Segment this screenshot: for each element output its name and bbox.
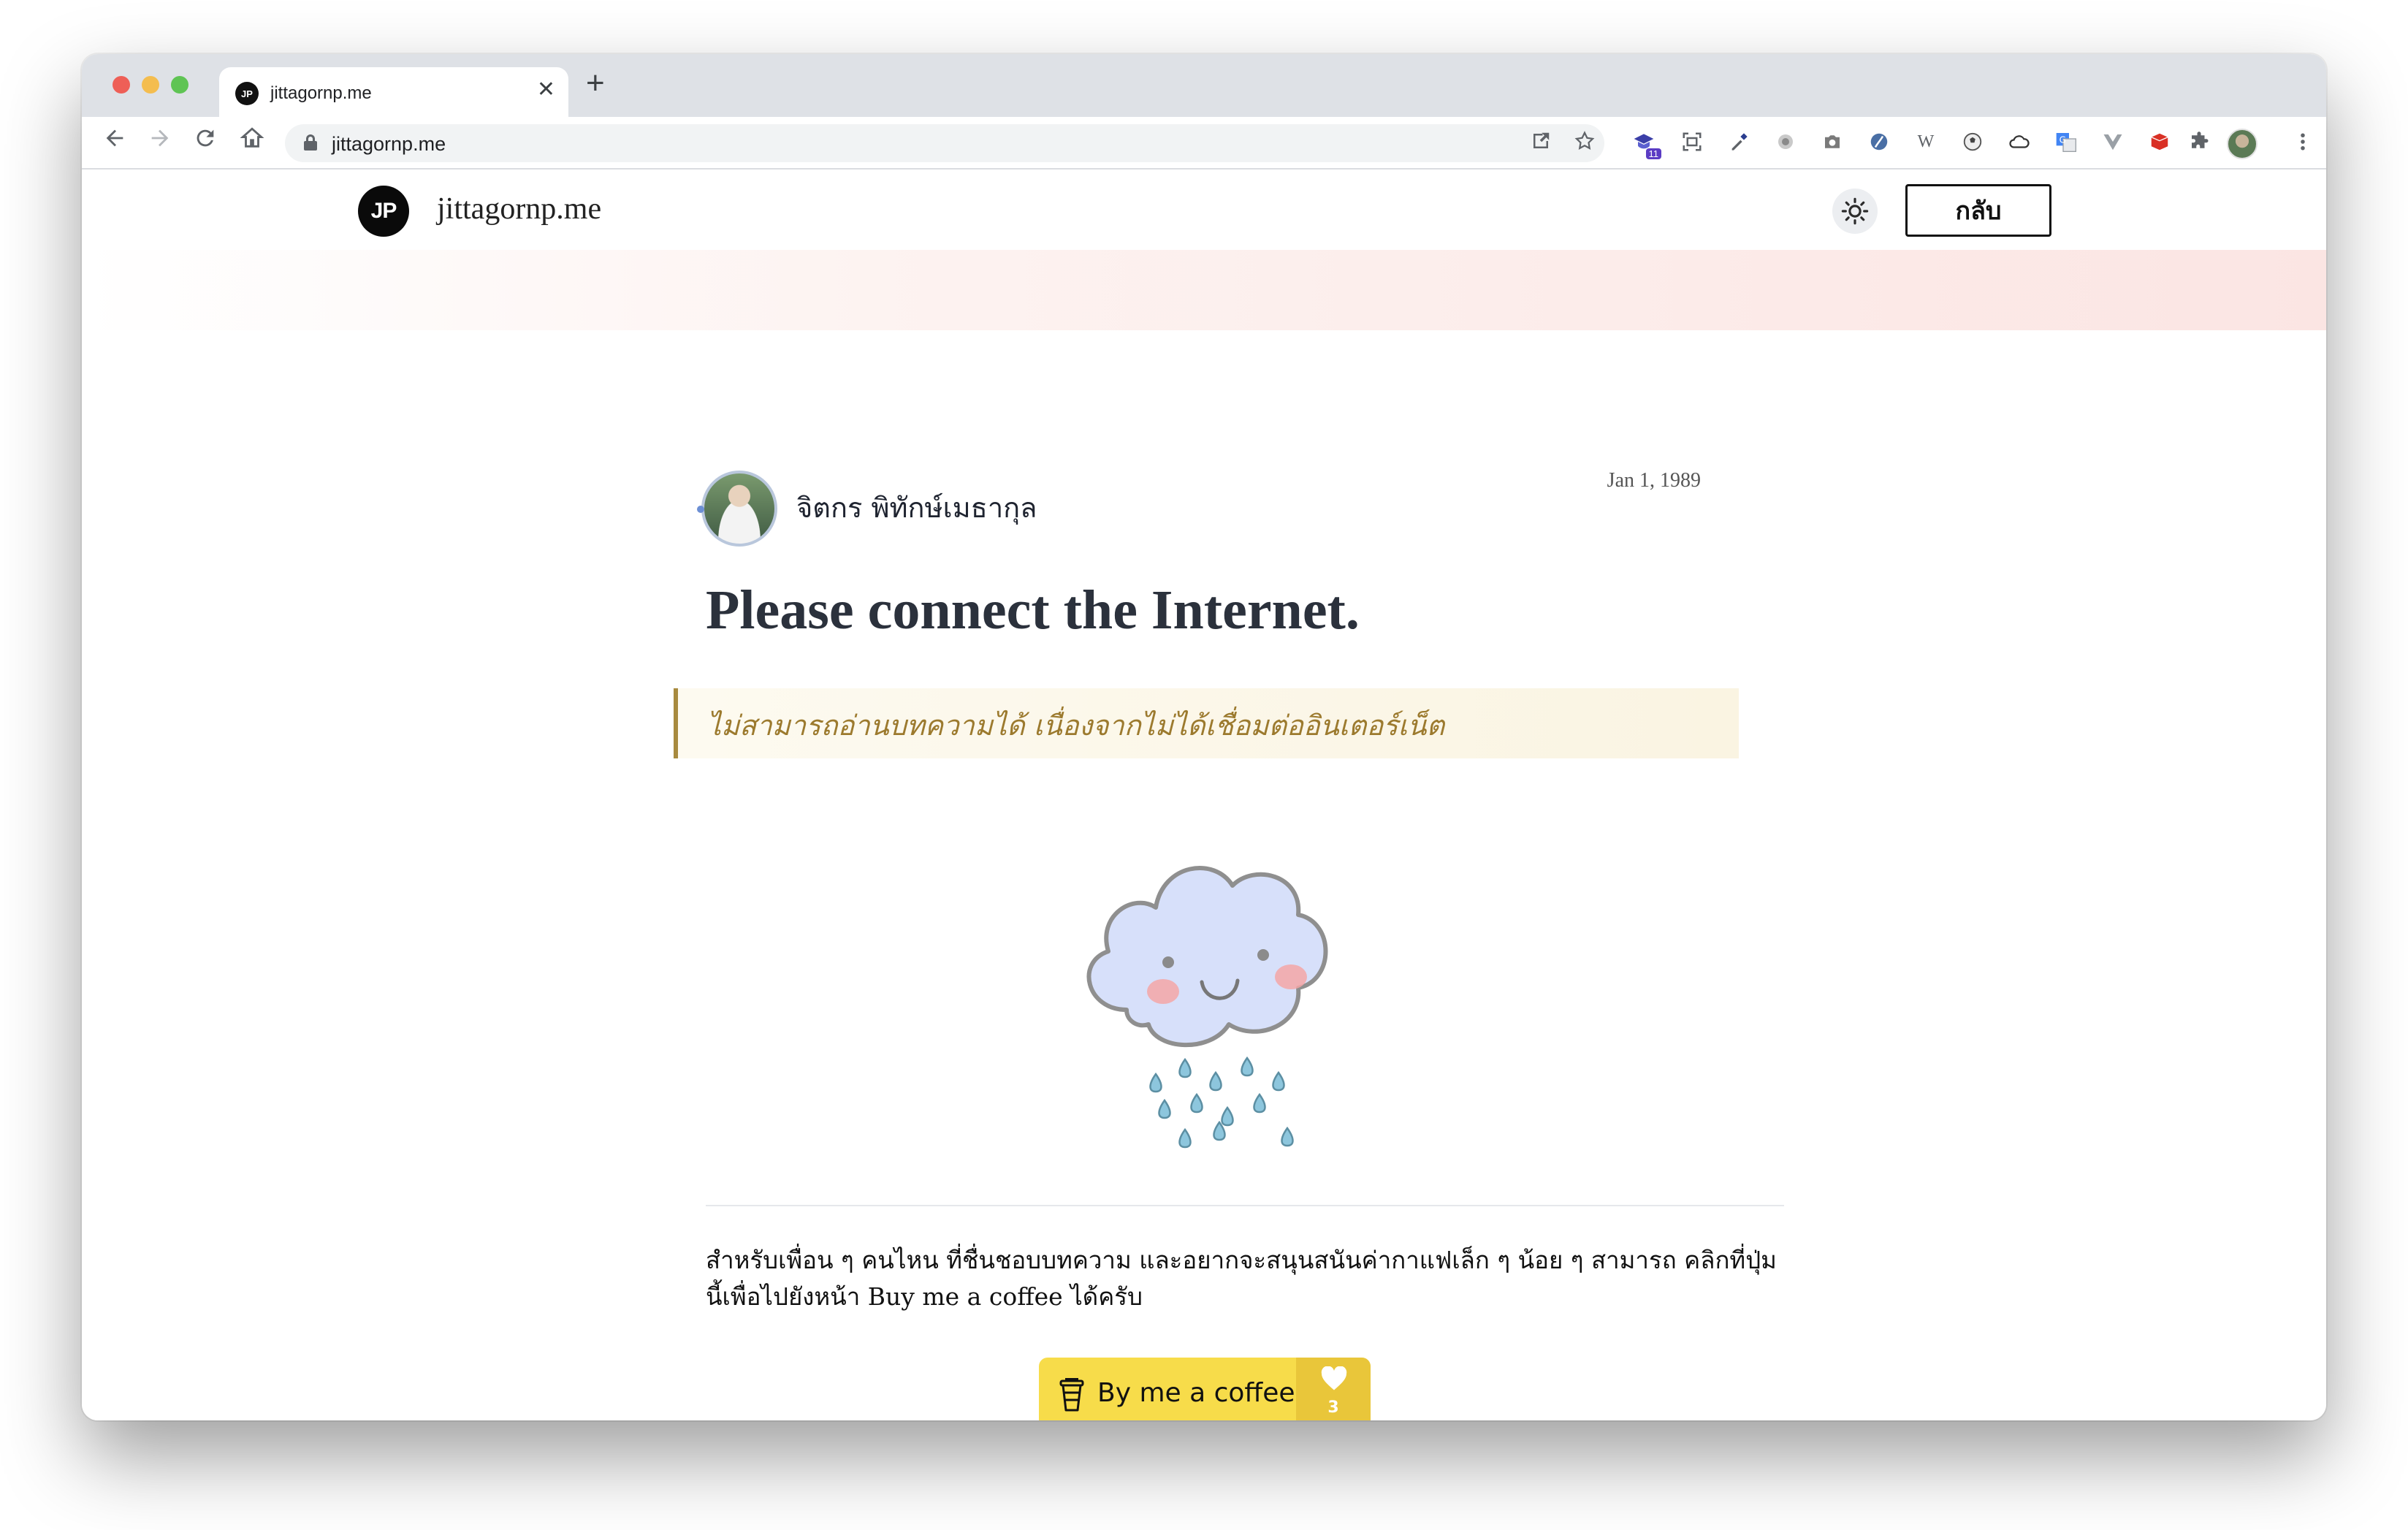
profile-avatar[interactable] bbox=[2227, 129, 2258, 159]
bookmark-star-icon[interactable] bbox=[1574, 130, 1596, 156]
site-name-link[interactable]: jittagornp.me bbox=[437, 191, 601, 227]
browser-extension-globe-icon[interactable] bbox=[1866, 129, 1892, 155]
section-divider bbox=[706, 1205, 1784, 1206]
heart-icon bbox=[1321, 1366, 1347, 1390]
coffee-cup-icon bbox=[1059, 1378, 1084, 1412]
coffee-main-area[interactable]: By me a coffee bbox=[1039, 1358, 1296, 1420]
quote-text: ไม่สามารถอ่านบทความได้ เนื่องจากไม่ได้เช… bbox=[707, 709, 1445, 742]
url-text: jittagornp.me bbox=[332, 133, 446, 155]
raindrops bbox=[1149, 1056, 1294, 1149]
back-arrow-icon[interactable] bbox=[102, 126, 127, 155]
soccer-ball-icon[interactable] bbox=[1959, 129, 1986, 155]
support-paragraph: สำหรับเพื่อน ๆ คนไหน ที่ชื่นชอบบทความ แล… bbox=[706, 1246, 1777, 1311]
coffee-button-label: By me a coffee bbox=[1097, 1378, 1295, 1408]
new-tab-button[interactable]: + bbox=[586, 67, 605, 99]
cloud-shape bbox=[1086, 866, 1328, 1048]
home-icon[interactable] bbox=[240, 126, 264, 155]
tab-strip: JP jittagornp.me ✕ + bbox=[82, 54, 2326, 117]
tab-close-icon[interactable]: ✕ bbox=[537, 79, 555, 101]
wikipedia-icon[interactable]: W bbox=[1913, 129, 1939, 155]
maximize-window-button[interactable] bbox=[171, 76, 188, 94]
red-cube-icon[interactable] bbox=[2146, 129, 2173, 155]
forward-arrow-icon[interactable] bbox=[148, 126, 172, 155]
translate-icon[interactable]: G bbox=[2053, 129, 2079, 155]
back-button[interactable]: กลับ bbox=[1905, 184, 2051, 237]
extensions-puzzle-icon[interactable] bbox=[2186, 129, 2212, 155]
post-date: Jan 1, 1989 bbox=[1607, 469, 1701, 492]
tab-jittagornp[interactable]: JP jittagornp.me ✕ bbox=[219, 67, 568, 117]
svg-text:G: G bbox=[2060, 134, 2066, 145]
rain-cloud-illustration bbox=[1086, 866, 1328, 1149]
coffee-like-counter[interactable]: 3 bbox=[1296, 1358, 1371, 1420]
address-bar[interactable]: jittagornp.me bbox=[285, 124, 1604, 162]
hero-banner bbox=[82, 250, 2326, 330]
color-picker-icon[interactable] bbox=[1726, 129, 1752, 155]
reload-icon[interactable] bbox=[193, 126, 218, 155]
gear-extension-icon[interactable] bbox=[1772, 129, 1799, 155]
coffee-count: 3 bbox=[1327, 1398, 1339, 1417]
extension-badge: 11 bbox=[1645, 148, 1661, 159]
camera-icon[interactable] bbox=[1819, 129, 1845, 155]
tab-title: jittagornp.me bbox=[270, 83, 372, 103]
buy-me-a-coffee-button[interactable]: By me a coffee 3 bbox=[1039, 1358, 1371, 1420]
menu-kebab-icon[interactable] bbox=[2290, 129, 2316, 155]
vue-devtools-icon[interactable] bbox=[2100, 129, 2126, 155]
screenshot-icon[interactable] bbox=[1679, 129, 1705, 155]
browser-window: JP jittagornp.me ✕ + jittagornp.me 11 W … bbox=[82, 54, 2326, 1420]
minimize-window-button[interactable] bbox=[142, 76, 159, 94]
web-page: JP jittagornp.me กลับ จิตกร พิทักษ์เมธาก… bbox=[82, 170, 2326, 1420]
lock-icon bbox=[304, 134, 317, 151]
theme-toggle-button[interactable] bbox=[1832, 189, 1878, 234]
sun-icon bbox=[1841, 197, 1869, 225]
browser-toolbar: jittagornp.me 11 W G bbox=[82, 117, 2326, 170]
extension-academic-icon[interactable]: 11 bbox=[1631, 129, 1661, 159]
avatar-status-dot bbox=[697, 506, 704, 513]
post-title: Please connect the Internet. bbox=[706, 579, 1360, 641]
author-name: จิตกร พิทักษ์เมธากุล bbox=[796, 492, 1037, 524]
cloud-extension-icon[interactable] bbox=[2006, 129, 2032, 155]
author-avatar bbox=[701, 471, 777, 547]
close-window-button[interactable] bbox=[113, 76, 130, 94]
site-logo[interactable]: JP bbox=[358, 186, 409, 237]
offline-notice-quote: ไม่สามารถอ่านบทความได้ เนื่องจากไม่ได้เช… bbox=[674, 688, 1739, 758]
install-app-icon[interactable] bbox=[1530, 130, 1552, 156]
favicon-icon: JP bbox=[235, 82, 259, 105]
